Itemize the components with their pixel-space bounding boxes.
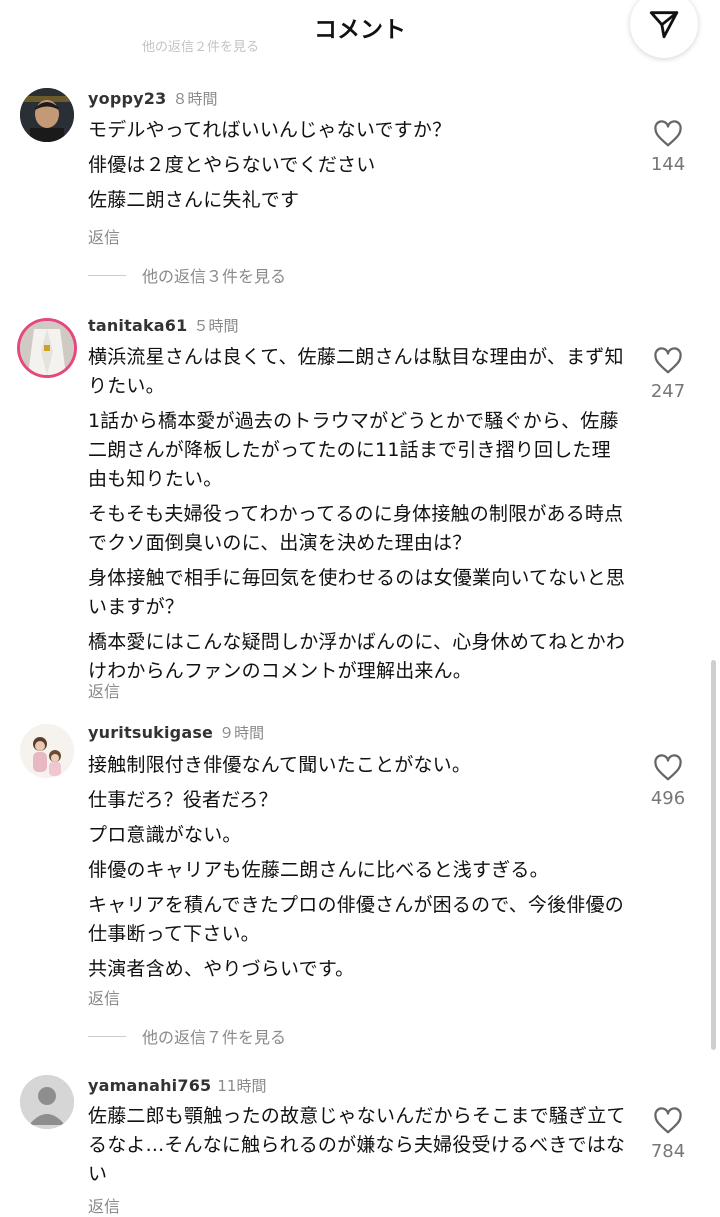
- like-button[interactable]: 247: [636, 347, 700, 402]
- heart-outline-icon: [654, 120, 682, 147]
- scrollbar[interactable]: [711, 660, 716, 1050]
- timestamp: 11時間: [217, 1077, 267, 1095]
- heart-outline-icon: [654, 347, 682, 374]
- comment-body: モデルやってればいいんじゃないですか？ 俳優は２度とやらないでください 佐藤二朗…: [88, 116, 628, 221]
- comment-text: 俳優は２度とやらないでください: [88, 154, 376, 176]
- reply-button[interactable]: 返信: [88, 678, 120, 702]
- timestamp: ９時間: [219, 724, 265, 742]
- comment-body: 横浜流星さんは良くて、佐藤二朗さんは駄目な理由が、まず知りたい。 1話から橋本愛…: [88, 343, 628, 692]
- comment-yoppy23: yoppy23 ８時間 モデルやってればいいんじゃないですか？ 俳優は２度とやらな…: [0, 84, 720, 294]
- comment-text: 佐藤二郎も顎触ったの故意じゃないんだからそこまで騒ぎ立てるなよ...そんなに触ら…: [88, 1105, 626, 1185]
- user-photo: [20, 88, 74, 142]
- comment-text: キャリアを積んできたプロの俳優さんが困るので、今後俳優の仕事断って下さい。: [88, 894, 624, 945]
- comment-text: 共演者含め、やりづらいです。: [88, 958, 355, 980]
- comment-text: モデルやってればいいんじゃないですか？: [88, 119, 452, 141]
- like-button[interactable]: 144: [636, 120, 700, 175]
- username[interactable]: tanitaka61: [88, 316, 187, 335]
- comment-text: 接触制限付き俳優なんて聞いたことがない。: [88, 754, 472, 776]
- comment-text: 佐藤二朗さんに失礼です: [88, 189, 300, 211]
- reply-button[interactable]: 返信: [88, 1193, 120, 1217]
- avatar[interactable]: [20, 88, 74, 142]
- comment-text: 1話から橋本愛が過去のトラウマがどうとかで騒ぐから、佐藤二朗さんが降板したがって…: [88, 410, 619, 490]
- view-more-replies-link[interactable]: 他の返信３件を見る: [88, 263, 286, 287]
- divider-line: [88, 274, 126, 276]
- comments-header: コメント 他の返信２件を見る: [0, 0, 720, 58]
- comment-yamanahi765: yamanahi765 11時間 佐藤二郎も顎触ったの故意じゃないんだからそこまで…: [0, 1073, 720, 1216]
- username[interactable]: yamanahi765: [88, 1076, 211, 1095]
- like-count: 144: [650, 154, 686, 175]
- view-more-replies-label: 他の返信７件を見る: [142, 1028, 287, 1047]
- faded-more-replies-link[interactable]: 他の返信２件を見る: [142, 36, 259, 55]
- user-photo: [20, 724, 74, 778]
- comment-text: プロ意識がない。: [88, 824, 242, 846]
- like-count: 496: [650, 788, 686, 809]
- comment-tanitaka61: tanitaka61 ５時間 横浜流星さんは良くて、佐藤二朗さんは駄目な理由が、ま…: [0, 313, 720, 703]
- heart-outline-icon: [654, 754, 682, 781]
- comment-text: そもそも夫婦役ってわかってるのに身体接触の制限がある時点でクソ面倒臭いのに、出演…: [88, 503, 624, 554]
- default-avatar-icon: [20, 1075, 74, 1129]
- send-paper-plane-icon: [649, 11, 679, 39]
- username[interactable]: yuritsukigase: [88, 723, 213, 742]
- like-button[interactable]: 496: [636, 754, 700, 809]
- view-more-replies-label: 他の返信３件を見る: [142, 267, 287, 286]
- divider-line: [88, 1035, 126, 1037]
- heart-outline-icon: [654, 1107, 682, 1134]
- share-button[interactable]: [630, 0, 698, 58]
- comment-text: 仕事だろ？役者だろ？: [88, 789, 278, 811]
- comment-text: 俳優のキャリアも佐藤二朗さんに比べると浅すぎる。: [88, 859, 549, 881]
- timestamp: ５時間: [193, 317, 239, 335]
- user-photo: [20, 321, 74, 375]
- avatar[interactable]: [20, 321, 74, 375]
- comment-body: 接触制限付き俳優なんて聞いたことがない。 仕事だろ？役者だろ？ プロ意識がない。…: [88, 751, 628, 990]
- view-more-replies-link[interactable]: 他の返信７件を見る: [88, 1024, 286, 1048]
- comment-text: 橋本愛にはこんな疑問しか浮かばんのに、心身休めてねとかわけわからんファンのコメン…: [88, 631, 626, 682]
- reply-button[interactable]: 返信: [88, 985, 120, 1009]
- comment-body: 佐藤二郎も顎触ったの故意じゃないんだからそこまで騒ぎ立てるなよ...そんなに触ら…: [88, 1102, 628, 1195]
- username[interactable]: yoppy23: [88, 89, 166, 108]
- like-count: 247: [650, 381, 686, 402]
- reply-button[interactable]: 返信: [88, 224, 120, 248]
- like-count: 784: [650, 1141, 686, 1162]
- comment-yuritsukigase: yuritsukigase ９時間 接触制限付き俳優なんて聞いたことがない。 仕事…: [0, 720, 720, 1050]
- avatar[interactable]: [20, 724, 74, 778]
- comment-text: 身体接触で相手に毎回気を使わせるのは女優業向いてないと思いますが？: [88, 567, 626, 618]
- like-button[interactable]: 784: [636, 1107, 700, 1162]
- page-title: コメント: [314, 17, 406, 43]
- timestamp: ８時間: [172, 90, 218, 108]
- comment-text: 横浜流星さんは良くて、佐藤二朗さんは駄目な理由が、まず知りたい。: [88, 346, 624, 397]
- avatar[interactable]: [20, 1075, 74, 1129]
